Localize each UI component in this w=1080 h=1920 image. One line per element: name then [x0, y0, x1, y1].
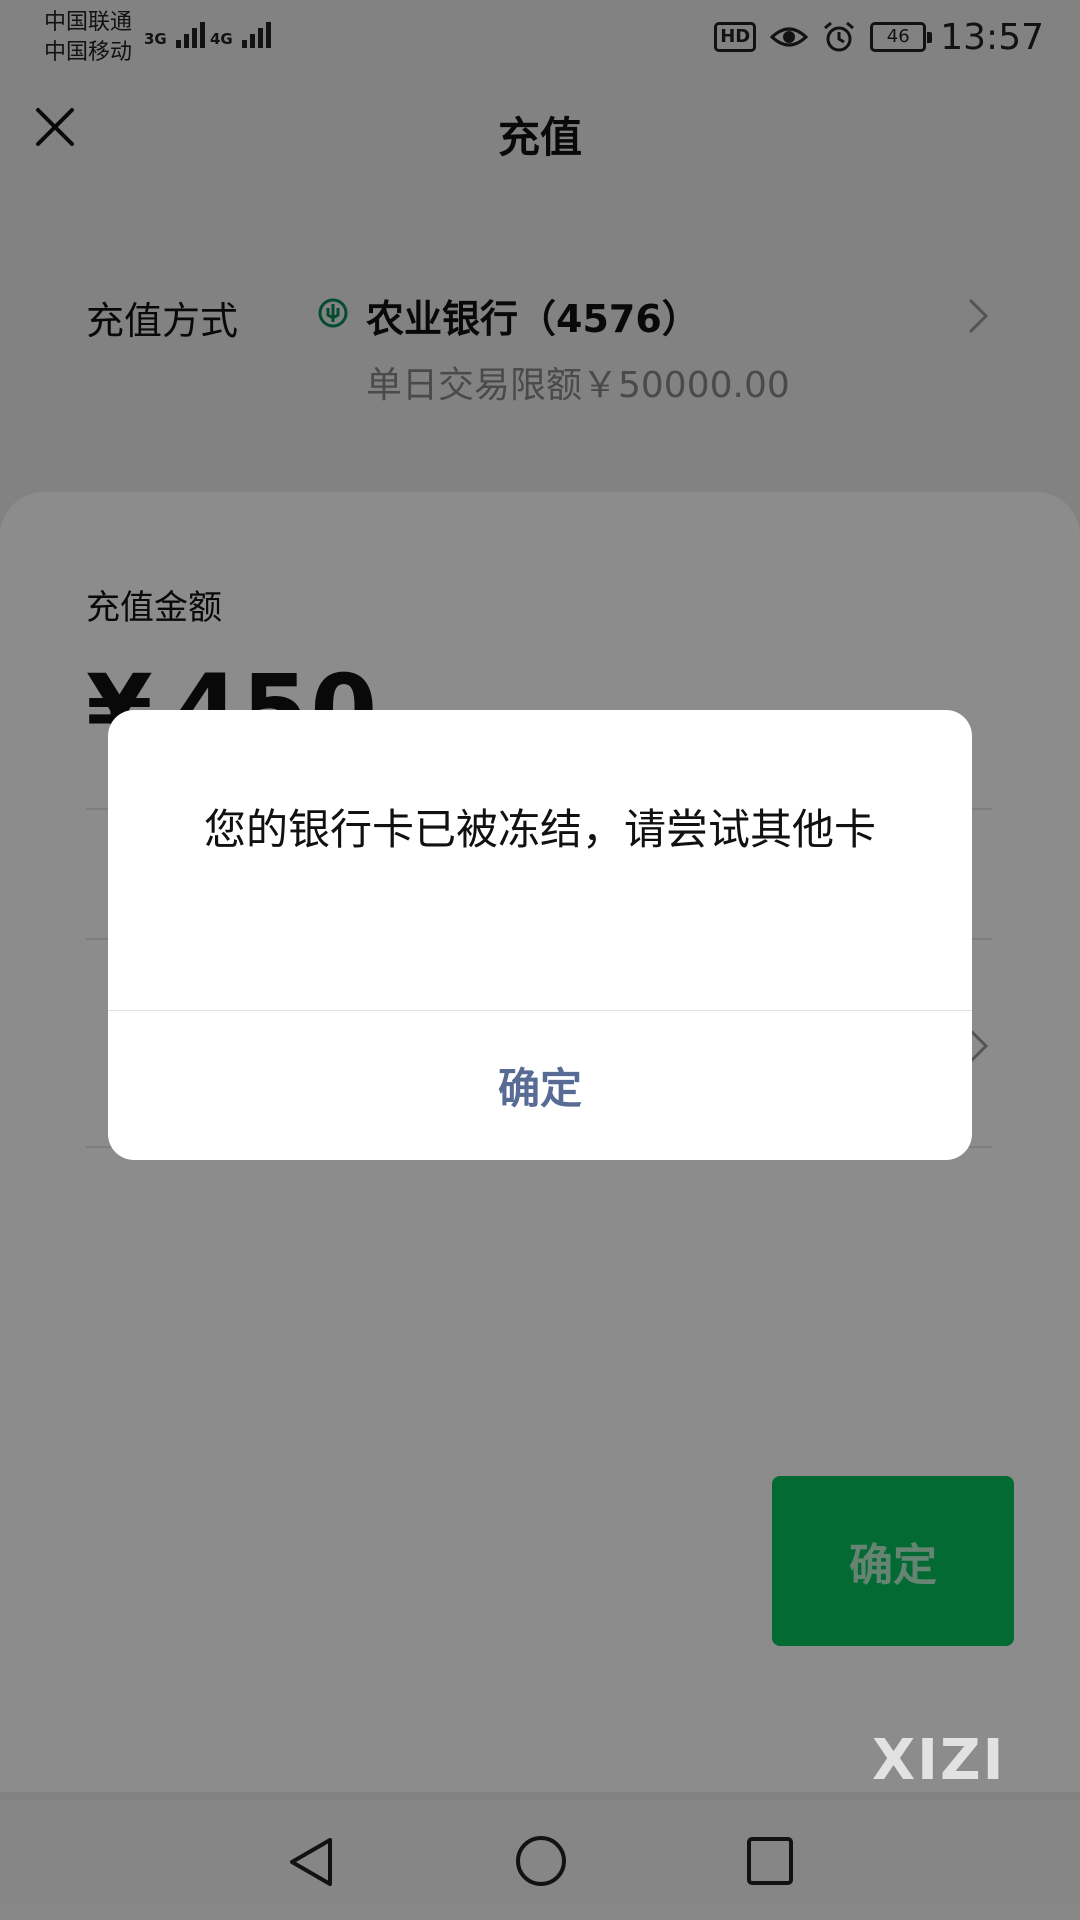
- dialog-message: 您的银行卡已被冻结，请尝试其他卡: [203, 805, 876, 854]
- watermark: XIZI: [872, 1728, 1006, 1793]
- alert-dialog: 您的银行卡已被冻结，请尝试其他卡 确定: [108, 710, 972, 1160]
- dialog-confirm-button[interactable]: 确定: [108, 1011, 972, 1160]
